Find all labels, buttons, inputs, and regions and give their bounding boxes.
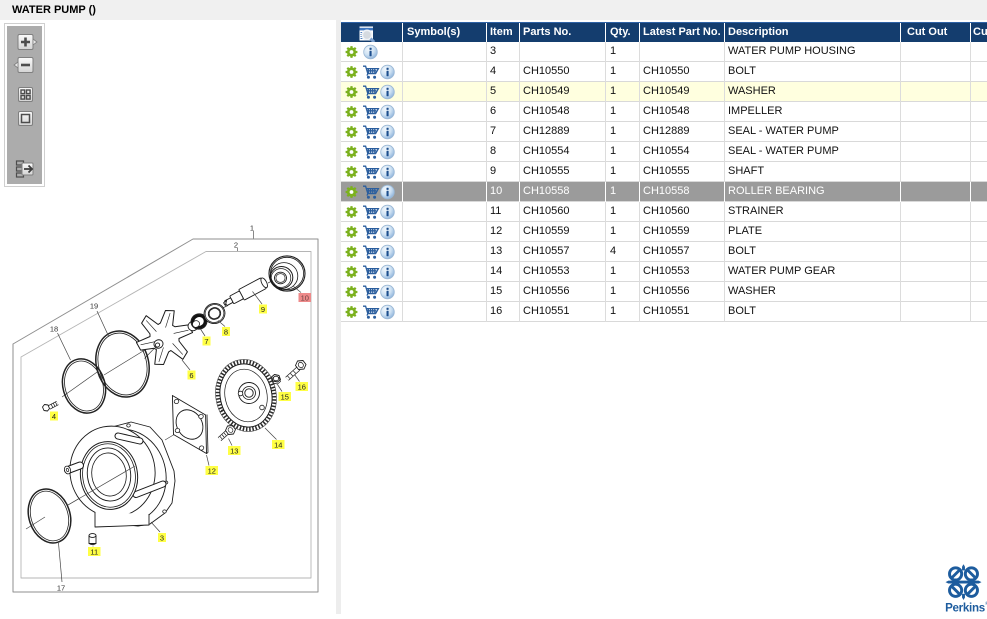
svg-text:Perkins: Perkins	[945, 602, 985, 615]
